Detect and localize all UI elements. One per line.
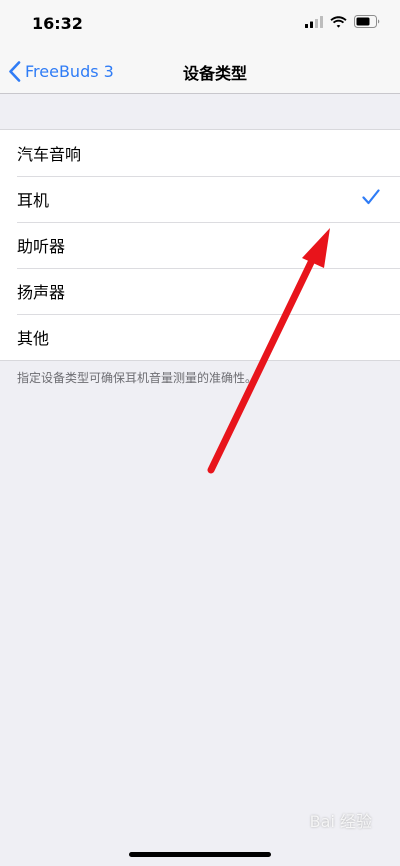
watermark-logo: Bai 经验 bbox=[309, 812, 372, 831]
annotation-arrow bbox=[207, 228, 330, 474]
home-indicator[interactable] bbox=[129, 852, 271, 857]
